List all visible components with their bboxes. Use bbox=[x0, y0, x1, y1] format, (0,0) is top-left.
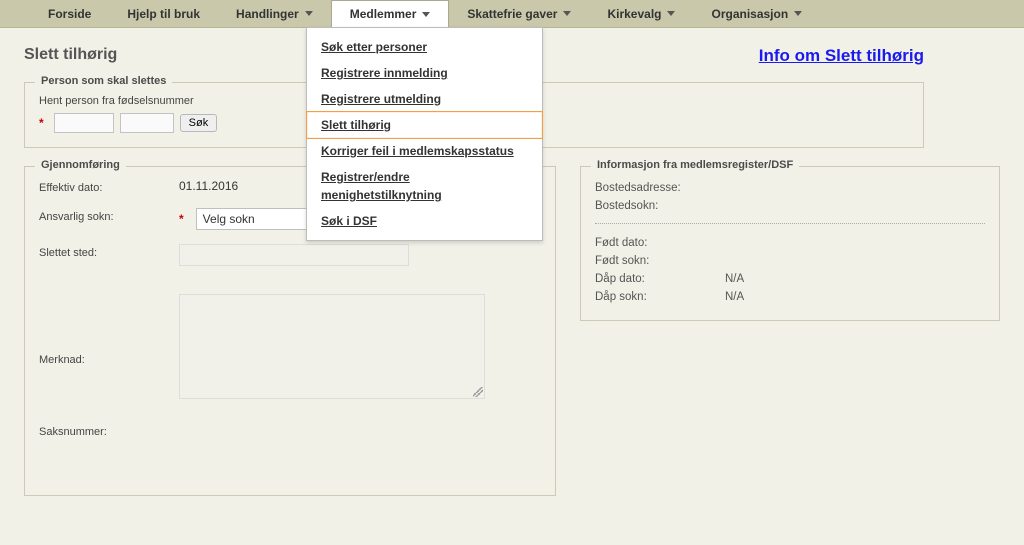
effektiv-dato-label: Effektiv dato: bbox=[39, 179, 179, 194]
menu-registrere-utmelding[interactable]: Registrere utmelding bbox=[307, 86, 542, 112]
menu-slett-tilhorig[interactable]: Slett tilhørig bbox=[307, 112, 542, 138]
bostedsadresse-label: Bostedsadresse: bbox=[595, 179, 725, 197]
daap-dato-label: Dåp dato: bbox=[595, 270, 725, 288]
medlemmer-dropdown: Søk etter personer Registrere innmelding… bbox=[306, 27, 543, 241]
slettet-sted-label: Slettet sted: bbox=[39, 244, 179, 259]
chevron-down-icon bbox=[667, 11, 675, 16]
top-nav: Forside Hjelp til bruk Handlinger Medlem… bbox=[0, 0, 1024, 28]
menu-sok-etter-personer[interactable]: Søk etter personer bbox=[307, 34, 542, 60]
info-link[interactable]: Info om Slett tilhørig bbox=[759, 46, 924, 66]
nav-organisasjon[interactable]: Organisasjon bbox=[693, 0, 820, 28]
effektiv-dato-value: 01.11.2016 bbox=[179, 179, 238, 193]
menu-sok-i-dsf[interactable]: Søk i DSF bbox=[307, 208, 542, 234]
nav-skattefrie[interactable]: Skattefrie gaver bbox=[449, 0, 589, 28]
nav-kirkevalg[interactable]: Kirkevalg bbox=[589, 0, 693, 28]
chevron-down-icon bbox=[794, 11, 802, 16]
fnr-input-2[interactable] bbox=[120, 113, 174, 133]
nav-medlemmer[interactable]: Medlemmer bbox=[331, 0, 450, 28]
nav-handlinger[interactable]: Handlinger bbox=[218, 0, 331, 28]
nav-forside[interactable]: Forside bbox=[30, 0, 109, 28]
fnr-input-1[interactable] bbox=[54, 113, 114, 133]
saksnummer-label: Saksnummer: bbox=[39, 423, 179, 438]
required-star: * bbox=[179, 212, 184, 226]
divider bbox=[595, 223, 985, 224]
ansvarlig-sokn-selected: Velg sokn bbox=[203, 212, 255, 226]
fodt-sokn-label: Født sokn: bbox=[595, 252, 725, 270]
informasjon-box: Informasjon fra medlemsregister/DSF Bost… bbox=[580, 166, 1000, 321]
daap-dato-value: N/A bbox=[725, 270, 744, 288]
nav-hjelp[interactable]: Hjelp til bruk bbox=[109, 0, 218, 28]
merknad-textarea[interactable] bbox=[179, 294, 485, 399]
menu-korriger-feil[interactable]: Korriger feil i medlemskapsstatus bbox=[307, 138, 542, 164]
bostedsokn-label: Bostedsokn: bbox=[595, 197, 725, 215]
ansvarlig-sokn-label: Ansvarlig sokn: bbox=[39, 208, 179, 223]
chevron-down-icon bbox=[422, 12, 430, 17]
merknad-label: Merknad: bbox=[39, 294, 179, 366]
search-button[interactable]: Søk bbox=[180, 114, 218, 132]
menu-registrere-innmelding[interactable]: Registrere innmelding bbox=[307, 60, 542, 86]
fodt-dato-label: Født dato: bbox=[595, 234, 725, 252]
slettet-sted-input[interactable] bbox=[179, 244, 409, 266]
required-star: * bbox=[39, 116, 44, 130]
daap-sokn-label: Dåp sokn: bbox=[595, 288, 725, 306]
chevron-down-icon bbox=[305, 11, 313, 16]
menu-registrer-endre-menighet[interactable]: Registrer/endre menighetstilknytning bbox=[307, 164, 542, 208]
informasjon-legend: Informasjon fra medlemsregister/DSF bbox=[591, 159, 799, 171]
daap-sokn-value: N/A bbox=[725, 288, 744, 306]
person-legend: Person som skal slettes bbox=[35, 75, 172, 87]
gjennomforing-legend: Gjennomføring bbox=[35, 159, 126, 171]
chevron-down-icon bbox=[563, 11, 571, 16]
